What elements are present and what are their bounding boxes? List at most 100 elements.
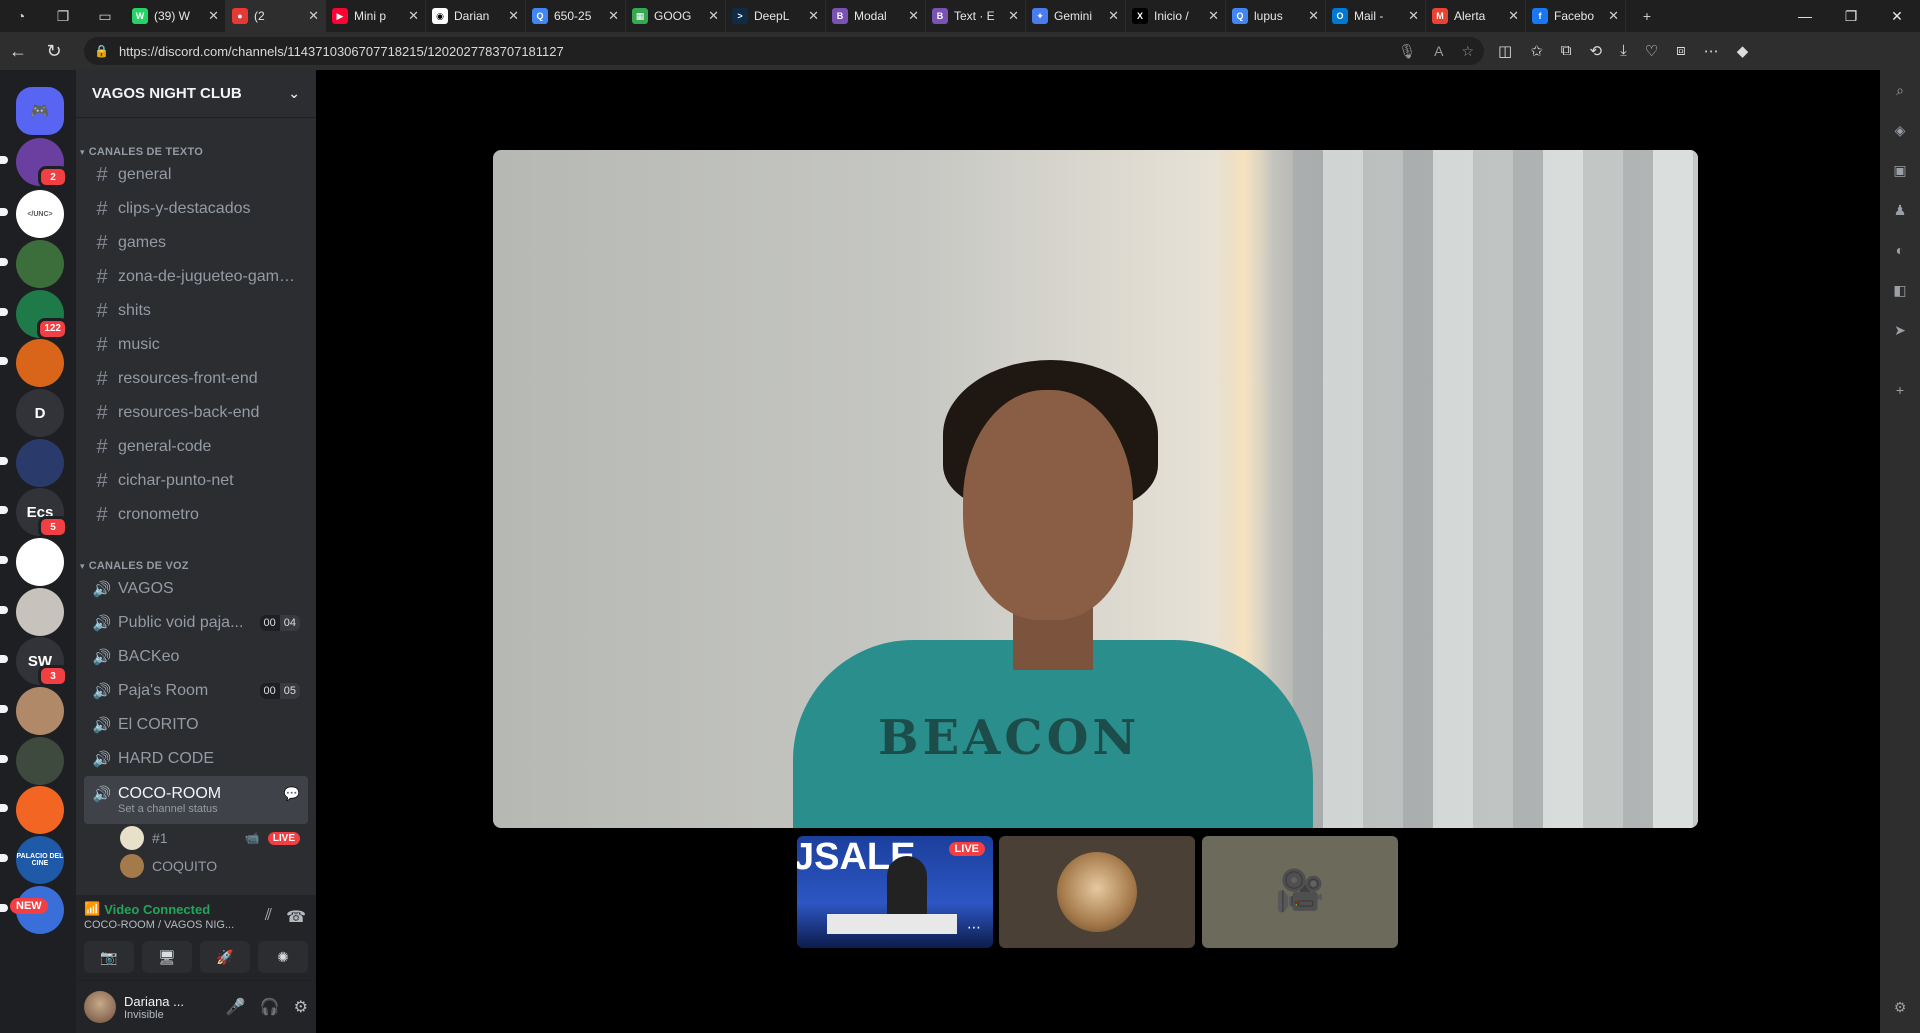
text-channel[interactable]: # cronometro [84,498,308,532]
server-icon[interactable]: D [16,389,64,438]
server-icon[interactable]: PALACIO DEL CINE [0,836,64,885]
voice-channel-coco-room[interactable]: 🔊 COCO-ROOM 💬 Set a channel status [84,776,308,824]
close-tab-icon[interactable]: ✕ [1008,8,1019,24]
browser-tab[interactable]: W (39) W ✕ [126,0,226,32]
read-aloud-icon[interactable]: A [1434,43,1443,60]
voice-channel[interactable]: 🔊 HARD CODE [84,742,308,776]
text-channel[interactable]: # zona-de-jugueteo-game... [84,260,308,294]
server-header[interactable]: VAGOS NIGHT CLUB ⌄ [76,70,316,118]
server-icon[interactable]: Ecs 5 [0,488,68,539]
text-channel[interactable]: # resources-front-end [84,362,308,396]
browser-tab[interactable]: ✦ Gemini ✕ [1026,0,1126,32]
soundboard-button[interactable]: ✺ [258,941,308,973]
server-icon[interactable] [0,240,64,288]
close-tab-icon[interactable]: ✕ [1108,8,1119,24]
server-icon[interactable] [0,587,64,636]
server-icon[interactable]: 122 [0,289,68,340]
noise-suppression-icon[interactable]: ⫽ [265,907,272,927]
mic-icon[interactable]: 🎙 [1398,43,1416,60]
gear-icon[interactable]: ⚙ [294,997,308,1017]
text-channel[interactable]: # clips-y-destacados [84,192,308,226]
sidebar-settings-icon[interactable]: ⚙ [1890,997,1910,1017]
server-icon[interactable] [0,736,64,785]
workspaces-icon[interactable]: ❐ [42,0,84,32]
close-tab-icon[interactable]: ✕ [1508,8,1519,24]
voice-member[interactable]: COQUITO [120,852,316,880]
more-options-icon[interactable]: ⋯ [967,919,981,936]
screenshot-icon[interactable]: ⧈ [1676,42,1686,60]
favorite-star-icon[interactable]: ☆ [1461,43,1474,60]
tab-actions-icon[interactable]: ▭ [84,0,126,32]
copilot-app-icon[interactable]: ◐ [1890,240,1910,260]
server-icon[interactable] [0,538,64,587]
server-icon[interactable]: 2 [0,138,68,189]
performance-icon[interactable]: ♡ [1645,42,1658,60]
url-field[interactable]: 🔒 https://discord.com/channels/114371030… [84,37,1484,65]
browser-tab[interactable]: B Text · E ✕ [926,0,1026,32]
search-icon[interactable]: ⌕ [1890,80,1910,100]
voice-channel[interactable]: 🔊 Paja's Room 00 05 [84,674,308,708]
chevron-down-icon[interactable]: ⌄ [288,85,300,102]
channel-status-prompt[interactable]: Set a channel status [118,803,218,815]
text-channel[interactable]: # general-code [84,430,308,464]
browser-tab[interactable]: M Alerta ✕ [1426,0,1526,32]
browser-tab[interactable]: Q 650-25 ✕ [526,0,626,32]
stream-thumbnail[interactable]: JSALE LIVE ⋯ [797,836,993,948]
close-tab-icon[interactable]: ✕ [408,8,419,24]
activity-button[interactable]: 🚀 [200,941,250,973]
restore-icon[interactable]: ❐ [1828,8,1874,25]
close-window-icon[interactable]: ✕ [1874,8,1920,25]
voice-channel[interactable]: 🔊 VAGOS [84,572,308,606]
microphone-icon[interactable]: 🎤 [226,997,246,1017]
download-icon[interactable]: ⤓ [1620,42,1627,60]
favorites-icon[interactable]: ✩ [1530,42,1543,60]
close-tab-icon[interactable]: ✕ [1408,8,1419,24]
history-icon[interactable]: ⟲ [1589,42,1602,60]
user-info[interactable]: Dariana ... Invisible [124,994,184,1021]
profile-icon[interactable]: ◔ [0,0,42,32]
browser-tab[interactable]: ◉ Darian ✕ [426,0,526,32]
server-icon[interactable] [0,339,64,388]
server-icon[interactable]: </UNC> [0,190,64,239]
text-channel[interactable]: # cichar-punto-net [84,464,308,498]
outlook-icon[interactable]: ◧ [1890,280,1910,300]
more-icon[interactable]: ⋯ [1704,42,1719,60]
close-tab-icon[interactable]: ✕ [1208,8,1219,24]
server-icon[interactable]: SW 3 [0,637,68,688]
disconnect-icon[interactable]: ☎ [286,907,306,927]
back-button[interactable]: ← [0,35,36,67]
text-channel[interactable]: # music [84,328,308,362]
text-channel[interactable]: # general [84,158,308,192]
chat-bubble-icon[interactable]: 💬 [284,786,300,802]
share-screen-button[interactable]: 🖥 [142,941,192,973]
browser-tab[interactable]: > DeepL ✕ [726,0,826,32]
voice-channel[interactable]: 🔊 Public void paja... 00 04 [84,606,308,640]
participant-tile[interactable] [999,836,1195,948]
collections-icon[interactable]: ⧉ [1561,42,1572,60]
text-channel[interactable]: # resources-back-end [84,396,308,430]
server-icon[interactable] [0,687,64,736]
headphones-icon[interactable]: 🎧 [260,997,280,1017]
games-icon[interactable]: ♟ [1890,200,1910,220]
close-tab-icon[interactable]: ✕ [908,8,919,24]
camera-off-tile[interactable]: 🎥 [1202,836,1398,948]
browser-tab[interactable]: O Mail - ✕ [1326,0,1426,32]
server-icon[interactable] [0,786,64,835]
close-tab-icon[interactable]: ✕ [208,8,219,24]
drop-icon[interactable]: ➤ [1890,320,1910,340]
close-tab-icon[interactable]: ✕ [308,8,319,24]
split-screen-icon[interactable]: ◫ [1498,42,1512,60]
minimize-icon[interactable]: — [1782,8,1828,25]
server-icon[interactable] [0,438,64,487]
close-tab-icon[interactable]: ✕ [608,8,619,24]
browser-tab[interactable]: X Inicio / ✕ [1126,0,1226,32]
new-tab-button[interactable]: + [1626,0,1668,32]
browser-tab[interactable]: ▶ Mini p ✕ [326,0,426,32]
browser-tab[interactable]: Qlupus ✕ [1226,0,1326,32]
close-tab-icon[interactable]: ✕ [708,8,719,24]
tools-icon[interactable]: ▣ [1890,160,1910,180]
close-tab-icon[interactable]: ✕ [508,8,519,24]
voice-category-header[interactable]: ▾ CANALES DE VOZ [76,548,316,572]
voice-channel[interactable]: 🔊 El CORITO [84,708,308,742]
browser-tab[interactable]: ● (2 ✕ [226,0,326,32]
